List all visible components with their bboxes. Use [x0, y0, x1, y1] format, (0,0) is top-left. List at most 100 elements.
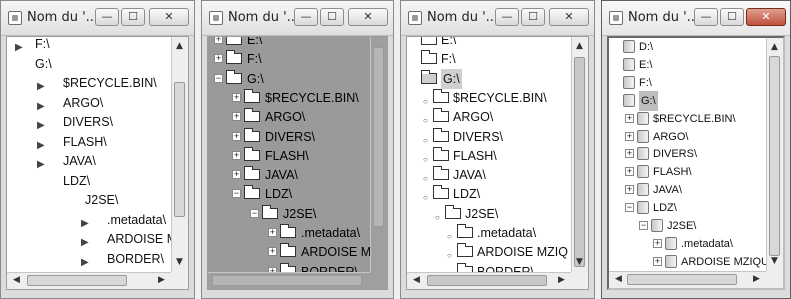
expand-toggle-icon[interactable]: + — [625, 113, 634, 123]
collapse-toggle-icon[interactable]: − — [639, 221, 648, 230]
minimize-button[interactable]: — — [694, 8, 718, 26]
expand-toggle-icon[interactable]: + — [232, 92, 241, 102]
title-bar[interactable]: Nom du '... — ☐ ✕ — [401, 1, 594, 36]
expand-toggle-icon[interactable]: + — [232, 131, 241, 141]
tree-node[interactable]: ○ DIVERS\ — [407, 127, 571, 147]
expand-toggle-icon[interactable]: + — [232, 150, 241, 160]
tree-node[interactable]: + FLASH\ — [208, 146, 370, 166]
vertical-scrollbar[interactable]: ▲ ▼ — [571, 37, 588, 272]
horizontal-scrollbar[interactable]: ◀ ▶ — [407, 272, 571, 289]
close-button[interactable]: ✕ — [149, 8, 189, 26]
scroll-thumb[interactable] — [769, 56, 780, 256]
scroll-up-arrow-icon[interactable]: ▲ — [767, 40, 782, 55]
title-bar[interactable]: Nom du '... — ☐ ✕ — [602, 1, 790, 36]
tree-node[interactable]: + DIVERS\ — [208, 127, 370, 147]
scroll-thumb[interactable] — [212, 275, 362, 286]
tree-node[interactable]: + ARGO\ — [208, 107, 370, 127]
tree-node[interactable]: ▶ JAVA\ — [7, 151, 171, 171]
expand-toggle-icon[interactable]: + — [625, 149, 634, 159]
tree-node[interactable]: + ARDOISE M. — [208, 242, 370, 262]
scroll-thumb[interactable] — [27, 275, 127, 286]
tree-node[interactable]: G:\ — [407, 68, 571, 89]
expand-toggle-icon[interactable]: + — [653, 238, 662, 248]
expand-toggle-icon[interactable]: + — [268, 247, 277, 257]
scroll-thumb[interactable] — [373, 47, 384, 227]
tree-node[interactable]: ▶ARDOISE MZIQ — [7, 229, 171, 249]
scroll-thumb[interactable] — [174, 82, 185, 217]
minimize-button[interactable]: — — [294, 8, 318, 26]
tree-node[interactable]: ▶ DIVERS\ — [7, 112, 171, 132]
maximize-button[interactable]: ☐ — [720, 8, 744, 26]
minimize-button[interactable]: — — [95, 8, 119, 26]
collapse-toggle-icon[interactable]: − — [232, 189, 241, 199]
tree-node[interactable]: J2SE\ — [7, 190, 171, 210]
scroll-up-arrow-icon[interactable]: ▲ — [572, 39, 587, 54]
scroll-down-arrow-icon[interactable]: ▼ — [572, 255, 587, 270]
tree-node[interactable]: ○ LDZ\ — [407, 184, 571, 204]
tree-node[interactable]: ○ JAVA\ — [407, 165, 571, 185]
vertical-scrollbar[interactable] — [370, 37, 387, 272]
tree-node[interactable]: G:\ — [7, 54, 171, 74]
horizontal-scrollbar[interactable] — [208, 272, 370, 289]
tree-node[interactable]: ○ J2SE\ — [407, 204, 571, 224]
horizontal-scrollbar[interactable]: ◀ ▶ — [7, 272, 171, 289]
minimize-button[interactable]: — — [495, 8, 519, 26]
maximize-button[interactable]: ☐ — [521, 8, 545, 26]
close-button[interactable]: ✕ — [549, 8, 589, 26]
tree-node[interactable]: F:\ — [407, 49, 571, 69]
maximize-button[interactable]: ☐ — [121, 8, 145, 26]
collapse-toggle-icon[interactable]: − — [214, 73, 223, 83]
expand-toggle-icon[interactable]: + — [232, 170, 241, 180]
tree-node[interactable]: ▶ FLASH\ — [7, 132, 171, 152]
expand-toggle-icon[interactable]: + — [625, 167, 634, 177]
expand-toggle-icon[interactable]: + — [214, 54, 223, 64]
tree-node[interactable]: E:\ — [407, 37, 571, 50]
tree-node[interactable]: ▶ ARGO\ — [7, 93, 171, 113]
expand-toggle-icon[interactable]: + — [232, 112, 241, 122]
tree-node[interactable]: LDZ\ — [7, 171, 171, 191]
tree-node[interactable]: ○ .metadata\ — [407, 223, 571, 243]
scroll-left-arrow-icon[interactable]: ◀ — [9, 273, 24, 288]
scroll-left-arrow-icon[interactable]: ◀ — [611, 272, 626, 287]
close-button[interactable]: ✕ — [348, 8, 388, 26]
scroll-left-arrow-icon[interactable]: ◀ — [409, 273, 424, 288]
horizontal-scrollbar[interactable]: ◀ ▶ — [609, 271, 766, 288]
tree-node[interactable]: ▶ .metadata\ — [7, 210, 171, 230]
title-bar[interactable]: Nom du '... — ☐ ✕ — [1, 1, 194, 36]
tree-node[interactable]: ○ FLASH\ — [407, 146, 571, 166]
vertical-scrollbar[interactable]: ▲ ▼ — [766, 38, 783, 271]
tree-node[interactable]: + F:\ — [208, 49, 370, 69]
expand-toggle-icon[interactable]: + — [625, 131, 634, 141]
tree-node[interactable]: − G:\ — [208, 69, 370, 89]
expand-toggle-icon[interactable]: + — [268, 228, 277, 237]
tree-node[interactable]: ▶ F:\ — [7, 37, 171, 54]
scroll-right-arrow-icon[interactable]: ▶ — [154, 273, 169, 288]
scroll-up-arrow-icon[interactable]: ▲ — [172, 39, 187, 54]
scroll-thumb[interactable] — [627, 274, 737, 285]
tree-node[interactable]: ▶ $RECYCLE.BIN\ — [7, 73, 171, 93]
tree-node[interactable]: ○ ARDOISE MZIQ — [407, 242, 571, 262]
tree-node[interactable]: ○ ARGO\ — [407, 107, 571, 127]
expand-toggle-icon[interactable]: + — [653, 256, 662, 266]
title-bar[interactable]: Nom du '... — ☐ ✕ — [202, 1, 393, 36]
tree-node[interactable]: − J2SE\ — [208, 204, 370, 224]
tree-node[interactable]: ○ $RECYCLE.BIN\ — [407, 88, 571, 108]
close-button[interactable]: ✕ — [746, 8, 786, 26]
expand-toggle-icon[interactable]: + — [214, 37, 223, 44]
scroll-down-arrow-icon[interactable]: ▼ — [172, 255, 187, 270]
vertical-scrollbar[interactable]: ▲ ▼ — [171, 37, 188, 272]
expand-toggle-icon[interactable]: + — [625, 185, 634, 195]
tree-node[interactable]: − LDZ\ — [208, 184, 370, 204]
tree-node[interactable]: + $RECYCLE.BIN\ — [208, 88, 370, 108]
maximize-button[interactable]: ☐ — [320, 8, 344, 26]
collapse-toggle-icon[interactable]: − — [250, 208, 259, 218]
tree-node[interactable]: ▶ BORDER\ — [7, 249, 171, 269]
tree-node[interactable]: + E:\ — [208, 37, 370, 50]
scroll-down-arrow-icon[interactable]: ▼ — [767, 254, 782, 269]
tree-node[interactable]: + JAVA\ — [208, 165, 370, 185]
scroll-thumb[interactable] — [427, 275, 547, 286]
scroll-thumb[interactable] — [574, 57, 585, 267]
scroll-right-arrow-icon[interactable]: ▶ — [749, 272, 764, 287]
tree-node[interactable]: + .metadata\ — [208, 223, 370, 243]
collapse-toggle-icon[interactable]: − — [625, 203, 634, 213]
